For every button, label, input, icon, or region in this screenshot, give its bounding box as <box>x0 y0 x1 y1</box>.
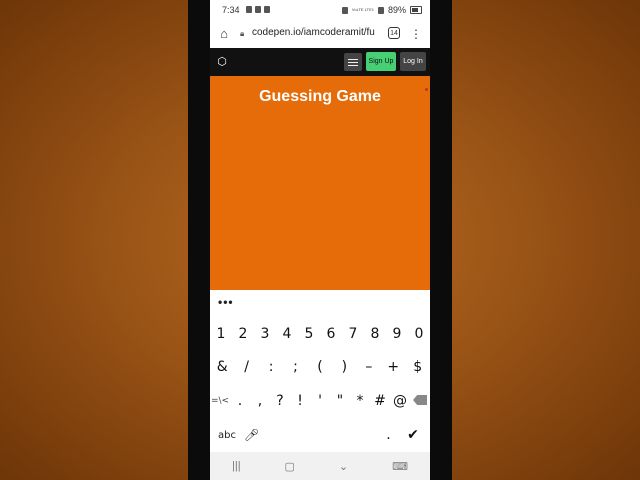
key[interactable]: @ <box>390 393 410 409</box>
keyboard-row-bottom: abc 🎤︎ . ✔ <box>210 427 430 443</box>
phone-screen: 7:34 VoLTE LTE1 89% ⌂ 🔒︎ codepen.io/iamc… <box>210 0 430 480</box>
download-notification-icon <box>246 6 252 13</box>
key[interactable]: 1 <box>210 326 232 342</box>
key[interactable]: * <box>350 393 370 409</box>
browser-url-bar: ⌂ 🔒︎ codepen.io/iamcoderamit/fu 14 ⋮ <box>210 20 430 49</box>
pen-preview: Guessing Game <box>210 76 430 290</box>
key[interactable]: ; <box>285 359 307 375</box>
key[interactable]: – <box>358 359 380 375</box>
key[interactable]: ' <box>310 393 330 409</box>
key[interactable]: 0 <box>408 326 430 342</box>
video-notification-icon <box>255 6 261 13</box>
keyboard-row-symbols-1: & / : ; ( ) – + $ <box>210 359 430 375</box>
voice-input-key[interactable]: 🎤︎ <box>241 427 263 443</box>
key[interactable]: 3 <box>254 326 276 342</box>
video-pillar-right <box>430 0 452 480</box>
url-field[interactable]: codepen.io/iamcoderamit/fu <box>252 27 378 38</box>
status-time: 7:34 <box>222 5 240 15</box>
battery-percent: 89% <box>387 5 406 15</box>
key[interactable]: 9 <box>386 326 408 342</box>
keyboard-switch-icon[interactable]: ⌨ <box>392 460 408 473</box>
period-key[interactable]: . <box>378 427 400 443</box>
status-right: VoLTE LTE1 89% <box>341 5 422 15</box>
key[interactable]: / <box>236 359 258 375</box>
key[interactable]: 8 <box>364 326 386 342</box>
codepen-header: ⬡ Sign Up Log In <box>210 48 430 76</box>
alarm-icon <box>341 6 348 14</box>
enter-key[interactable]: ✔ <box>402 427 424 443</box>
key[interactable]: 2 <box>232 326 254 342</box>
status-bar: 7:34 VoLTE LTE1 89% <box>210 0 430 20</box>
home-button-icon[interactable]: ▢ <box>285 460 295 473</box>
backspace-key[interactable] <box>410 393 430 409</box>
key[interactable]: 5 <box>298 326 320 342</box>
key[interactable]: : <box>260 359 282 375</box>
notification-icons <box>246 6 270 13</box>
video-pillar-left <box>188 0 210 480</box>
tab-switcher-icon[interactable]: 14 <box>388 27 400 39</box>
system-nav-bar: ||| ▢ ⌄ ⌨ <box>210 452 430 480</box>
sign-up-button[interactable]: Sign Up <box>366 52 396 71</box>
recent-apps-icon[interactable]: ||| <box>232 460 241 472</box>
key[interactable]: 7 <box>342 326 364 342</box>
key[interactable]: $ <box>407 359 429 375</box>
key[interactable]: 6 <box>320 326 342 342</box>
key[interactable]: ! <box>290 393 310 409</box>
page-title: Guessing Game <box>259 88 381 105</box>
overflow-menu-icon[interactable]: ⋮ <box>410 26 422 42</box>
key[interactable]: . <box>230 393 250 409</box>
lock-icon[interactable]: 🔒︎ <box>240 28 248 40</box>
symbols-page-key[interactable]: =\< <box>210 396 230 406</box>
on-screen-keyboard: ••• 1 2 3 4 5 6 7 8 9 0 & / : ; ( ) – + … <box>210 290 430 450</box>
key[interactable]: + <box>382 359 404 375</box>
checkmark-icon: ✔ <box>407 427 419 443</box>
key[interactable]: , <box>250 393 270 409</box>
home-icon[interactable]: ⌂ <box>216 26 232 42</box>
keyboard-row-symbols-2: =\< . , ? ! ' " * # @ <box>210 393 430 409</box>
gallery-notification-icon <box>264 6 270 13</box>
network-label: VoLTE LTE1 <box>351 7 374 12</box>
microphone-icon: 🎤︎ <box>243 428 260 442</box>
key[interactable]: ? <box>270 393 290 409</box>
tab-count: 14 <box>390 30 398 37</box>
codepen-logo-icon[interactable]: ⬡ <box>216 56 228 68</box>
key[interactable]: # <box>370 393 390 409</box>
key[interactable]: ( <box>309 359 331 375</box>
abc-mode-key[interactable]: abc <box>216 430 238 441</box>
backspace-icon <box>413 395 427 405</box>
key[interactable]: 4 <box>276 326 298 342</box>
battery-icon <box>410 6 422 14</box>
keyboard-row-numbers: 1 2 3 4 5 6 7 8 9 0 <box>210 326 430 342</box>
log-in-button[interactable]: Log In <box>400 52 426 71</box>
key[interactable]: " <box>330 393 350 409</box>
key[interactable]: & <box>211 359 233 375</box>
back-chevron-icon[interactable]: ⌄ <box>339 460 348 473</box>
layout-toggle-icon[interactable] <box>344 53 362 71</box>
key[interactable]: ) <box>333 359 355 375</box>
scroll-indicator <box>425 88 428 91</box>
more-options-icon[interactable]: ••• <box>218 296 234 308</box>
signal-icon <box>377 6 384 14</box>
